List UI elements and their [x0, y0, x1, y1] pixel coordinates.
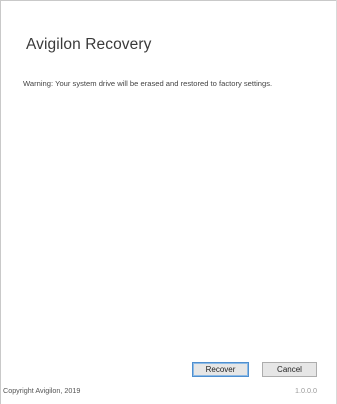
recover-button[interactable]: Recover — [192, 362, 249, 377]
page-title: Avigilon Recovery — [26, 36, 152, 53]
cancel-button[interactable]: Cancel — [262, 362, 317, 377]
version-label: 1.0.0.0 — [295, 386, 317, 395]
window-border-left — [0, 0, 1, 404]
copyright-text: Copyright Avigilon, 2019 — [3, 386, 81, 395]
window-border-top — [0, 0, 337, 1]
recovery-window: Avigilon Recovery Warning: Your system d… — [0, 0, 337, 404]
warning-message: Warning: Your system drive will be erase… — [23, 79, 273, 88]
